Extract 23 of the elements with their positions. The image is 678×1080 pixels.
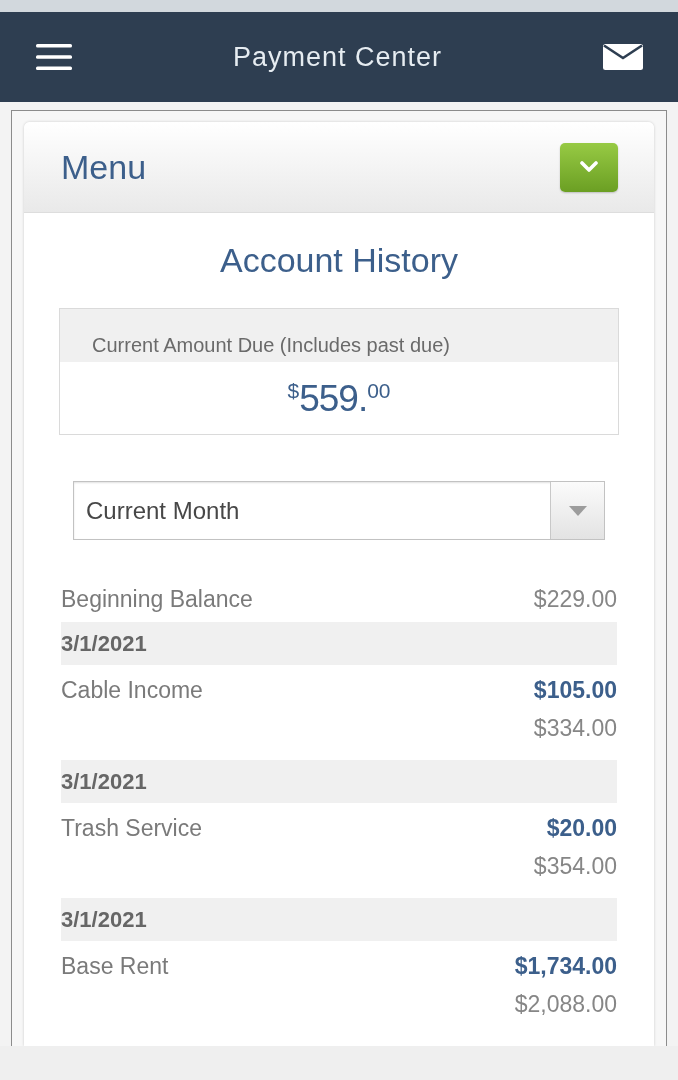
mail-icon[interactable] xyxy=(603,44,643,70)
menu-title: Menu xyxy=(61,147,147,187)
running-balance: $2,088.00 xyxy=(514,990,617,1018)
transaction-description: Trash Service xyxy=(61,814,203,842)
transaction-amount: $20.00 xyxy=(546,814,617,842)
transaction-description: Cable Income xyxy=(61,676,203,704)
transaction-date: 3/1/2021 xyxy=(61,630,147,657)
transaction-date: 3/1/2021 xyxy=(61,768,147,795)
header-title: Payment Center xyxy=(232,41,443,73)
period-select[interactable]: Current Month xyxy=(73,481,605,540)
beginning-balance-amount: $229.00 xyxy=(533,585,617,613)
beginning-balance-label: Beginning Balance xyxy=(61,585,253,613)
running-balance: $334.00 xyxy=(533,714,617,742)
transaction-description: Base Rent xyxy=(61,952,169,980)
menu-toggle-button[interactable] xyxy=(560,142,618,192)
amount-due-value: $^{$}$559.$^{00}$ xyxy=(287,379,391,417)
transaction-amount: $1,734.00 xyxy=(514,952,617,980)
transaction-date: 3/1/2021 xyxy=(61,906,147,933)
running-balance: $354.00 xyxy=(533,852,617,880)
page-title: Account History xyxy=(218,240,460,280)
menu-icon[interactable] xyxy=(36,44,72,70)
amount-due-label: Current Amount Due (Includes past due) xyxy=(92,333,450,357)
transaction-amount: $105.00 xyxy=(533,676,617,704)
